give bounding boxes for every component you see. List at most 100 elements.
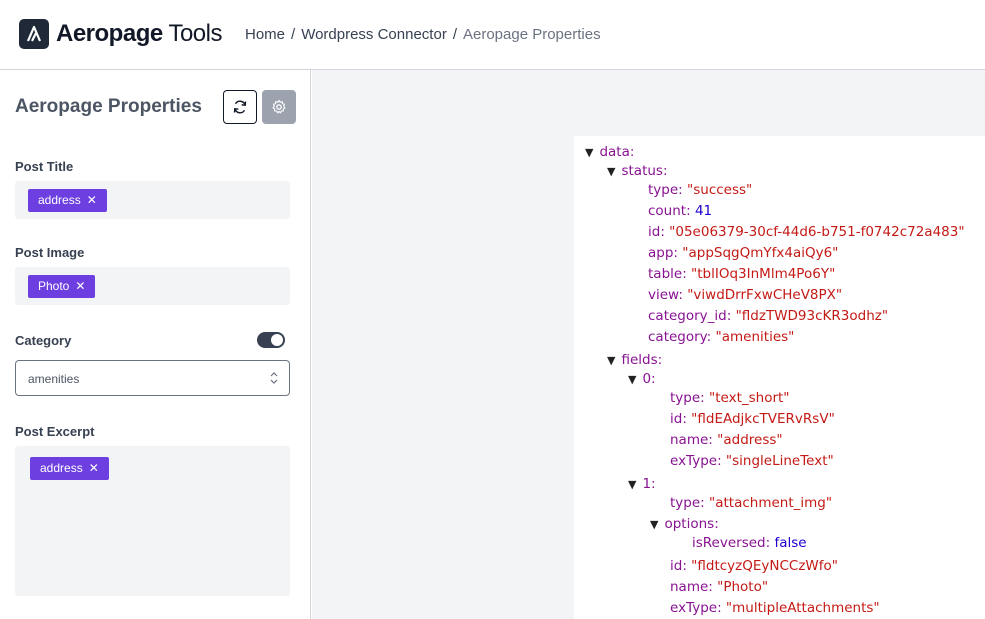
json-key: exType: xyxy=(670,453,722,469)
json-value: "fldEAdjkcTVERvRsV" xyxy=(691,411,835,427)
breadcrumb-current: Aeropage Properties xyxy=(462,26,601,43)
json-key: data: xyxy=(599,144,635,160)
json-leaf: type: "attachment_img" xyxy=(670,495,832,512)
post-excerpt-label: Post Excerpt xyxy=(15,424,95,439)
json-leaf: category: "amenities" xyxy=(648,329,794,346)
json-leaf: view: "viwdDrrFxwCHeV8PX" xyxy=(648,287,842,304)
json-value: "text_short" xyxy=(709,390,790,406)
top-header: Aeropage Tools Home / Wordpress Connecto… xyxy=(0,0,985,70)
json-value: "05e06379-30cf-44d6-b751-f0742c72a483" xyxy=(669,224,965,240)
aeropage-logo-icon[interactable] xyxy=(19,19,49,49)
json-leaf: name: "address" xyxy=(670,432,783,449)
json-value: "Photo" xyxy=(717,579,769,595)
json-node-fields[interactable]: ▼ fields: xyxy=(607,352,662,369)
json-leaf: category_id: "fldzTWD93cKR3odhz" xyxy=(648,308,888,325)
json-key: type: xyxy=(648,182,683,198)
json-key: name: xyxy=(670,432,713,448)
json-value: "multipleAttachments" xyxy=(725,600,880,616)
json-value: false xyxy=(774,535,807,551)
json-key: 0: xyxy=(642,371,656,387)
json-key: category: xyxy=(648,329,712,345)
category-selected-value: amenities xyxy=(28,372,80,386)
json-key: isReversed: xyxy=(692,535,771,551)
breadcrumb-connector[interactable]: Wordpress Connector xyxy=(301,26,447,44)
tag-chip: address ✕ xyxy=(28,189,107,212)
json-leaf: exType: "singleLineText" xyxy=(670,453,834,470)
breadcrumb-separator: / xyxy=(452,26,457,43)
collapse-triangle-icon: ▼ xyxy=(607,354,616,367)
json-node-field-1[interactable]: ▼ 1: xyxy=(628,476,656,493)
json-key: type: xyxy=(670,390,705,406)
json-value: "tblIOq3InMlm4Po6Y" xyxy=(691,266,836,282)
json-value: "address" xyxy=(717,432,783,448)
post-image-label: Post Image xyxy=(15,245,85,260)
json-key: count: xyxy=(648,203,691,219)
json-leaf: id: "fldtcyzQEyNCCzWfo" xyxy=(670,558,838,575)
json-key: id: xyxy=(670,558,687,574)
settings-button[interactable] xyxy=(262,90,296,124)
json-key: id: xyxy=(648,224,665,240)
json-key: status: xyxy=(621,163,668,179)
remove-tag-icon[interactable]: ✕ xyxy=(89,457,99,480)
json-leaf: isReversed: false xyxy=(692,535,807,552)
remove-tag-icon[interactable]: ✕ xyxy=(75,275,85,298)
json-leaf: id: "fldEAdjkcTVERvRsV" xyxy=(670,411,835,428)
remove-tag-icon[interactable]: ✕ xyxy=(87,189,97,212)
tag-label: address xyxy=(40,461,83,475)
properties-sidebar: Aeropage Properties Post Title address ✕… xyxy=(0,70,311,619)
json-value: "fldtcyzQEyNCCzWfo" xyxy=(691,558,838,574)
post-title-label: Post Title xyxy=(15,159,74,174)
tag-label: Photo xyxy=(38,279,70,293)
collapse-triangle-icon: ▼ xyxy=(650,518,659,531)
json-key: app: xyxy=(648,245,678,261)
json-value: "viwdDrrFxwCHeV8PX" xyxy=(687,287,843,303)
breadcrumb: Home / Wordpress Connector / Aeropage Pr… xyxy=(245,26,601,44)
breadcrumb-home[interactable]: Home xyxy=(245,26,285,44)
json-key: fields: xyxy=(621,352,663,368)
json-key: table: xyxy=(648,266,687,282)
post-title-field[interactable]: address ✕ xyxy=(15,181,290,219)
brand-light: Tools xyxy=(168,20,222,47)
refresh-button[interactable] xyxy=(223,90,257,124)
json-tree-viewer: ▼ data: ▼ status: type: "success" count: 41… xyxy=(574,136,985,619)
json-key: 1: xyxy=(642,476,656,492)
json-leaf: app: "appSqgQmYfx4aiQy6" xyxy=(648,245,838,262)
select-chevron-icon xyxy=(270,372,278,384)
json-node-field-0[interactable]: ▼ 0: xyxy=(628,371,656,388)
json-node-status[interactable]: ▼ status: xyxy=(607,163,668,180)
json-value: "appSqgQmYfx4aiQy6" xyxy=(682,245,839,261)
json-leaf: name: "Photo" xyxy=(670,579,768,596)
json-value: "success" xyxy=(687,182,753,198)
json-value: "amenities" xyxy=(715,329,795,345)
category-label: Category xyxy=(15,333,72,348)
main-content: ▼ data: ▼ status: type: "success" count: 41… xyxy=(312,70,985,619)
json-value: "fldzTWD93cKR3odhz" xyxy=(735,308,889,324)
collapse-triangle-icon: ▼ xyxy=(628,478,637,491)
category-select[interactable]: amenities xyxy=(15,360,290,396)
json-node-data[interactable]: ▼ data: xyxy=(585,144,634,161)
refresh-icon xyxy=(233,100,247,114)
json-value: 41 xyxy=(694,203,713,219)
collapse-triangle-icon: ▼ xyxy=(607,165,616,178)
json-key: name: xyxy=(670,579,713,595)
collapse-triangle-icon: ▼ xyxy=(628,373,637,386)
json-leaf: id: "05e06379-30cf-44d6-b751-f0742c72a48… xyxy=(648,224,965,241)
json-value: "singleLineText" xyxy=(725,453,834,469)
breadcrumb-separator: / xyxy=(291,26,296,43)
category-toggle[interactable] xyxy=(257,332,285,348)
collapse-triangle-icon: ▼ xyxy=(585,146,594,159)
brand-name[interactable]: Aeropage Tools xyxy=(56,20,222,48)
toggle-knob xyxy=(271,334,283,346)
json-leaf: exType: "multipleAttachments" xyxy=(670,600,880,617)
post-excerpt-field[interactable]: address ✕ xyxy=(15,446,290,596)
json-key: category_id: xyxy=(648,308,732,324)
tag-label: address xyxy=(38,193,81,207)
json-node-options[interactable]: ▼ options: xyxy=(650,516,719,533)
post-image-field[interactable]: Photo ✕ xyxy=(15,267,290,305)
panel-title: Aeropage Properties xyxy=(15,96,202,117)
json-key: exType: xyxy=(670,600,722,616)
json-key: view: xyxy=(648,287,683,303)
gear-icon xyxy=(272,99,286,114)
tag-chip: address ✕ xyxy=(30,457,109,480)
json-key: type: xyxy=(670,495,705,511)
